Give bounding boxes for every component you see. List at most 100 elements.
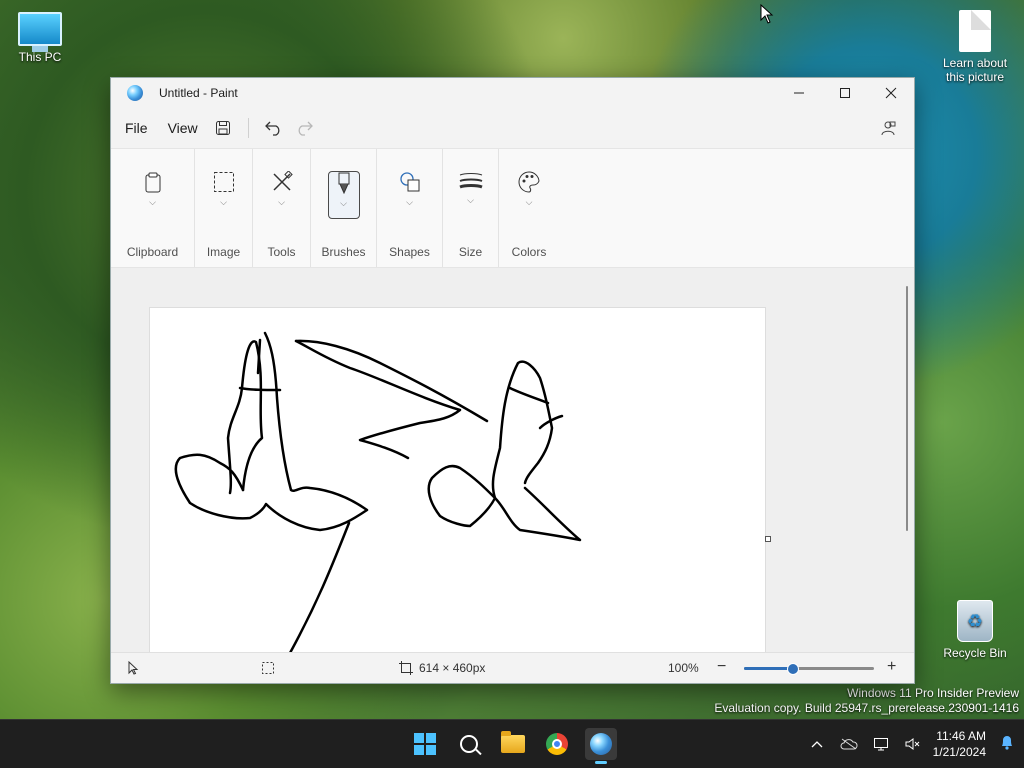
zoom-out-button[interactable]: − <box>717 658 726 676</box>
vertical-scrollbar[interactable] <box>906 286 908 531</box>
folder-icon <box>501 731 525 753</box>
ribbon-group-label: Shapes <box>389 245 430 259</box>
network-button[interactable] <box>869 732 893 756</box>
shapes-button[interactable]: ⌵ <box>394 171 426 219</box>
start-button[interactable] <box>409 728 441 760</box>
taskbar: 11:46 AM 1/21/2024 <box>0 719 1024 768</box>
ribbon-group-size: ⌵ Size <box>443 149 499 267</box>
zoom-slider-thumb[interactable] <box>786 663 799 675</box>
desktop-icon-label: Learn about this picture <box>942 56 1008 84</box>
colors-button[interactable]: ⌵ <box>513 171 545 219</box>
ribbon-group-label: Tools <box>267 245 296 259</box>
maximize-button[interactable] <box>822 78 868 108</box>
minus-icon: − <box>717 658 727 675</box>
settings-icon <box>881 121 896 136</box>
document-icon <box>959 10 991 52</box>
watermark-line-1: Windows 11 Pro Insider Preview <box>847 686 1019 700</box>
save-button[interactable] <box>208 113 238 143</box>
select-button[interactable]: ⌵ <box>208 171 240 219</box>
cloud-offline-icon <box>840 738 858 750</box>
ribbon-group-label: Image <box>206 245 241 259</box>
close-icon <box>885 87 897 99</box>
show-hidden-icons-button[interactable] <box>805 732 829 756</box>
selection-icon <box>262 662 274 674</box>
view-menu[interactable]: View <box>158 120 208 136</box>
volume-button[interactable] <box>901 732 925 756</box>
undo-icon <box>264 121 280 136</box>
search-icon <box>460 735 478 753</box>
zoom-level: 100% <box>668 661 699 675</box>
ribbon-group-image: ⌵ Image <box>195 149 253 267</box>
search-button[interactable] <box>453 728 485 760</box>
ribbon-group-brushes: ⌵ Brushes <box>311 149 377 267</box>
network-icon <box>873 738 888 751</box>
paint-app-icon <box>127 85 143 101</box>
desktop-icon-label: Recycle Bin <box>943 646 1007 660</box>
monitor-icon <box>18 12 62 52</box>
minimize-button[interactable] <box>776 78 822 108</box>
zoom-slider-fill <box>744 667 793 670</box>
ribbon-group-shapes: ⌵ Shapes <box>377 149 443 267</box>
window-title: Untitled - Paint <box>159 86 238 100</box>
chrome-button[interactable] <box>541 728 573 760</box>
clipboard-icon <box>145 172 160 193</box>
canvas-resize-handle[interactable] <box>765 536 771 542</box>
redo-button[interactable] <box>289 113 319 143</box>
drawing-canvas[interactable] <box>150 308 765 653</box>
clock-time: 11:46 AM <box>936 729 986 743</box>
shapes-icon <box>399 172 419 192</box>
ribbon-group-label: Brushes <box>321 245 366 259</box>
desktop-icon-recycle-bin[interactable]: ♻ Recycle Bin <box>935 600 1015 660</box>
notifications-button[interactable] <box>1000 734 1014 755</box>
desktop-icon-learn-about-picture[interactable]: Learn about this picture <box>935 10 1015 84</box>
palette-icon <box>518 171 540 193</box>
zoom-slider[interactable] <box>744 663 874 675</box>
clipboard-button[interactable]: ⌵ <box>137 171 169 219</box>
redo-icon <box>298 121 313 136</box>
tools-icon <box>272 171 293 191</box>
desktop-icon-label: This PC <box>18 50 62 64</box>
recycle-bin-icon: ♻ <box>957 600 993 642</box>
chevron-down-icon: ⌵ <box>406 197 413 207</box>
windows-watermark: Windows 11 Pro Insider Preview Evaluatio… <box>714 686 1019 716</box>
brushes-button[interactable]: ⌵ <box>327 171 360 219</box>
file-menu[interactable]: File <box>115 120 158 136</box>
chevron-down-icon: ⌵ <box>467 195 474 205</box>
ribbon-group-label: Colors <box>511 245 547 259</box>
undo-button[interactable] <box>259 113 289 143</box>
ribbon: ⌵ Clipboard ⌵ Image ⌵ Tools ⌵ Brushes ⌵ … <box>111 148 914 268</box>
clock[interactable]: 11:46 AM 1/21/2024 <box>933 728 986 760</box>
chevron-down-icon: ⌵ <box>278 197 285 207</box>
ribbon-group-label: Size <box>458 245 483 259</box>
menu-bar: File View <box>111 108 914 148</box>
desktop-icon-this-pc[interactable]: This PC <box>0 12 80 64</box>
chevron-down-icon: ⌵ <box>149 197 156 207</box>
canvas-size-icon <box>399 661 413 675</box>
ribbon-group-clipboard: ⌵ Clipboard <box>111 149 195 267</box>
paint-window: Untitled - Paint File View ⌵ Clipboard ⌵… <box>110 77 915 684</box>
system-tray: 11:46 AM 1/21/2024 <box>805 720 1024 768</box>
ribbon-group-colors: ⌵ Colors <box>499 149 559 267</box>
paint-taskbar-button[interactable] <box>585 728 617 764</box>
pointer-icon <box>128 661 139 675</box>
canvas-size-indicator: 614 × 460px <box>399 661 485 675</box>
file-explorer-button[interactable] <box>497 728 529 760</box>
windows-logo-icon <box>414 733 436 755</box>
selection-icon <box>213 172 234 192</box>
settings-button[interactable] <box>874 114 902 142</box>
zoom-in-button[interactable]: + <box>887 658 896 676</box>
chrome-icon <box>546 733 568 755</box>
tools-button[interactable]: ⌵ <box>266 171 298 219</box>
status-bar: 614 × 460px 100% − + <box>111 652 914 683</box>
size-icon <box>458 173 483 189</box>
size-button[interactable]: ⌵ <box>455 171 487 219</box>
selection-size-indicator <box>261 661 275 675</box>
maximize-icon <box>840 88 850 98</box>
save-icon <box>215 121 230 135</box>
close-button[interactable] <box>868 78 914 108</box>
toolbar-separator <box>247 118 249 138</box>
chevron-down-icon: ⌵ <box>220 197 227 207</box>
title-bar[interactable]: Untitled - Paint <box>111 78 914 108</box>
onedrive-button[interactable] <box>837 732 861 756</box>
mouse-cursor-icon <box>760 4 774 24</box>
